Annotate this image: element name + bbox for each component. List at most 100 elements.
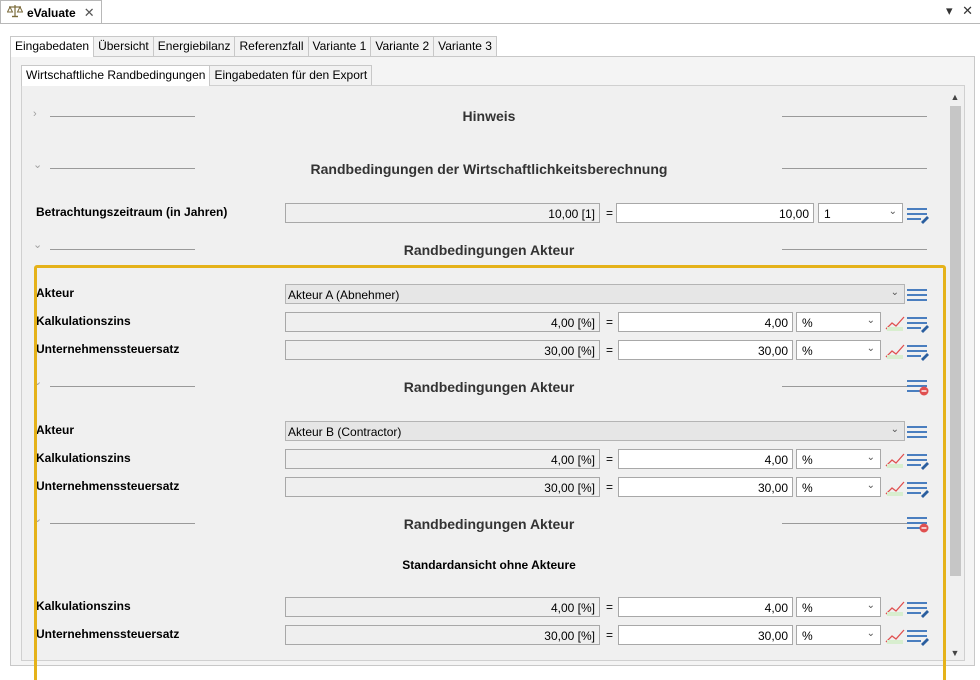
equals-sign: = [606,206,614,220]
chart-icon[interactable] [884,626,906,646]
label-kalkulationszins: Kalkulationszins [36,451,131,465]
steuer-unit-select[interactable]: % ⌄ [796,477,881,497]
chevron-down-icon: ⌄ [866,343,875,354]
scroll-thumb[interactable] [950,106,961,576]
divider [50,116,195,117]
steuer-result-field[interactable]: 30,00 [618,340,793,360]
period-unit-select[interactable]: 1 ⌄ [818,203,903,223]
scroll-up-icon[interactable]: ▲ [948,90,962,104]
divider [782,116,927,117]
remove-list-icon[interactable] [906,376,930,396]
equals-sign: = [606,452,614,466]
zins-unit-value: % [802,453,813,467]
zins-unit-select[interactable]: % ⌄ [796,449,881,469]
akteur-b-select[interactable]: Akteur B (Contractor) ⌄ [285,421,905,441]
chevron-down-icon: ⌄ [866,480,875,491]
chevron-down-icon[interactable]: ⌄ [33,512,42,525]
tab-variante-3[interactable]: Variante 3 [433,36,497,56]
divider [50,523,195,524]
equals-sign: = [606,315,614,329]
zins-unit-value: % [802,601,813,615]
scroll-down-icon[interactable]: ▼ [948,646,962,660]
divider [50,386,195,387]
steuer-unit-select[interactable]: % ⌄ [796,340,881,360]
label-kalkulationszins: Kalkulationszins [36,314,131,328]
divider [50,249,195,250]
tab-variante-1[interactable]: Variante 1 [307,36,372,56]
zins-result-field[interactable]: 4,00 [618,597,793,617]
label-unternehmenssteuersatz: Unternehmenssteuersatz [36,627,180,641]
steuer-unit-select[interactable]: % ⌄ [796,625,881,645]
chevron-down-icon: ⌄ [866,452,875,463]
period-result-field[interactable]: 10,00 [616,203,814,223]
chevron-down-icon: ⌄ [890,287,899,298]
chart-icon[interactable] [884,478,906,498]
zins-value-field[interactable]: 4,00 [%] [285,597,600,617]
tab-uebersicht[interactable]: Übersicht [93,36,154,56]
section-title-akteur: Randbedingungen Akteur [403,379,575,395]
zins-unit-select[interactable]: % ⌄ [796,312,881,332]
period-unit-value: 1 [824,207,831,221]
chart-icon[interactable] [884,450,906,470]
chevron-down-icon[interactable]: ⌄ [33,375,42,388]
tab-referenzfall[interactable]: Referenzfall [234,36,309,56]
akteur-a-select[interactable]: Akteur A (Abnehmer) ⌄ [285,284,905,304]
zins-value-field[interactable]: 4,00 [%] [285,312,600,332]
chart-icon[interactable] [884,341,906,361]
view-tab[interactable]: eValuate ✕ [0,0,102,24]
divider [782,523,907,524]
divider [782,249,927,250]
sequence-edit-icon[interactable] [906,313,930,333]
label-akteur: Akteur [36,423,75,437]
equals-sign: = [606,343,614,357]
chevron-down-icon[interactable]: ⌄ [33,238,42,251]
zins-result-field[interactable]: 4,00 [618,449,793,469]
section-title-hinweis: Hinweis [462,108,516,124]
steuer-unit-value: % [802,344,813,358]
sequence-edit-icon[interactable] [906,341,930,361]
sequence-edit-icon[interactable] [906,204,930,224]
section-title-akteur: Randbedingungen Akteur [403,242,575,258]
zins-result-field[interactable]: 4,00 [618,312,793,332]
steuer-value-field[interactable]: 30,00 [%] [285,477,600,497]
period-value-field[interactable]: 10,00 [1] [285,203,600,223]
tab-eingabedaten[interactable]: Eingabedaten [10,36,95,57]
tab-variante-2[interactable]: Variante 2 [370,36,435,56]
sequence-edit-icon[interactable] [906,626,930,646]
sequence-edit-icon[interactable] [906,450,930,470]
tab-wirtschaftliche-randbedingungen[interactable]: Wirtschaftliche Randbedingungen [21,65,211,86]
chart-icon[interactable] [884,598,906,618]
list-icon[interactable] [906,285,930,305]
sequence-edit-icon[interactable] [906,478,930,498]
akteur-b-value: Akteur B (Contractor) [288,425,402,439]
chevron-down-icon[interactable]: ⌄ [33,158,42,171]
section-title-wirtschaftlichkeit: Randbedingungen der Wirtschaftlichkeitsb… [310,161,668,177]
main-tab-panel: Wirtschaftliche Randbedingungen Eingabed… [10,56,975,680]
steuer-value-field[interactable]: 30,00 [%] [285,340,600,360]
remove-list-icon[interactable] [906,513,930,533]
label-kalkulationszins: Kalkulationszins [36,599,131,613]
main-tabs: Eingabedaten Übersicht Energiebilanz Ref… [10,36,975,57]
steuer-result-field[interactable]: 30,00 [618,477,793,497]
sequence-edit-icon[interactable] [906,598,930,618]
zins-value-field[interactable]: 4,00 [%] [285,449,600,469]
label-akteur: Akteur [36,286,75,300]
chart-icon[interactable] [884,313,906,333]
tab-energiebilanz[interactable]: Energiebilanz [152,36,236,56]
list-icon[interactable] [906,422,930,442]
tab-eingabedaten-export[interactable]: Eingabedaten für den Export [209,65,373,85]
chevron-down-icon: ⌄ [890,424,899,435]
sub-tabs: Wirtschaftliche Randbedingungen Eingabed… [21,65,965,86]
content-panel: ▲ ▼ › Hinweis ⌄ Randbedingungen der Wirt… [21,85,965,680]
view-menu-icon[interactable]: ▾ ✕ [946,3,976,19]
close-icon[interactable]: ✕ [84,5,95,21]
steuer-value-field[interactable]: 30,00 [%] [285,625,600,645]
zins-unit-select[interactable]: % ⌄ [796,597,881,617]
label-unternehmenssteuersatz: Unternehmenssteuersatz [36,342,180,356]
chevron-right-icon[interactable]: › [33,108,37,120]
subtitle-standardansicht: Standardansicht ohne Akteure [402,558,576,572]
zins-unit-value: % [802,316,813,330]
chevron-down-icon: ⌄ [866,628,875,639]
vertical-scrollbar[interactable]: ▲ ▼ [948,90,962,660]
steuer-result-field[interactable]: 30,00 [618,625,793,645]
